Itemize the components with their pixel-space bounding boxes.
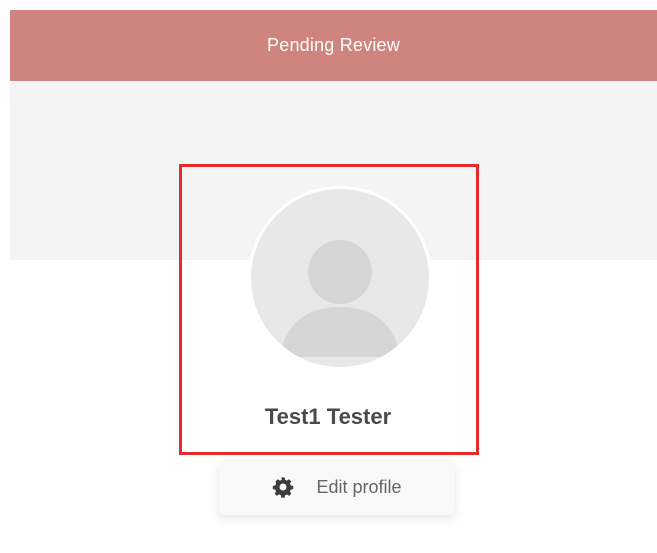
status-banner-text: Pending Review xyxy=(267,35,400,55)
user-name: Test1 Tester xyxy=(264,404,392,429)
gear-icon xyxy=(272,476,294,498)
status-banner: Pending Review xyxy=(10,10,657,81)
avatar[interactable] xyxy=(251,189,429,367)
profile-page: Pending Review Test1 Tester Edit profile xyxy=(10,10,657,553)
edit-profile-label: Edit profile xyxy=(316,476,402,497)
edit-profile-button[interactable]: Edit profile xyxy=(219,459,455,515)
user-placeholder-icon xyxy=(251,189,429,367)
